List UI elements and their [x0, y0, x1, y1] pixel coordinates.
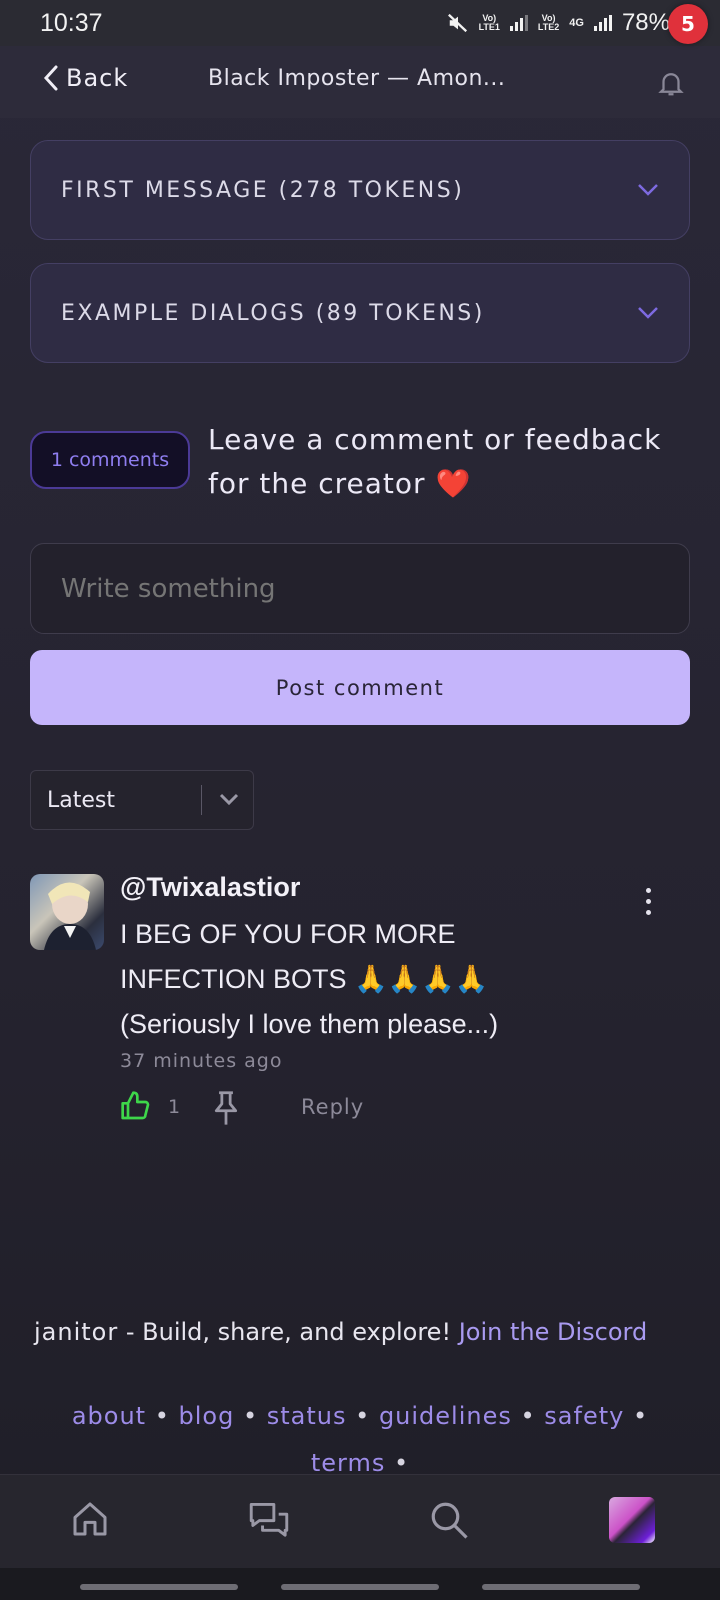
status-icons: Vo) LTE1 Vo) LTE2 4G 78%	[447, 9, 692, 37]
comment-text: I BEG OF YOU FOR MORE INFECTION BOTS 🙏🙏🙏…	[120, 912, 660, 1047]
avatar[interactable]	[30, 874, 104, 950]
battery-percent: 78%	[621, 9, 670, 36]
bell-icon[interactable]	[656, 68, 686, 98]
accordion-label: EXAMPLE DIALOGS (89 TOKENS)	[61, 300, 485, 326]
system-nav-bar	[0, 1568, 720, 1600]
footer-tagline-text: - Build, share, and explore!	[118, 1318, 459, 1346]
footer-link-about[interactable]: about	[72, 1402, 146, 1430]
comments-count-badge: 1 comments	[30, 431, 190, 489]
comment-username[interactable]: @Twixalastior	[120, 872, 300, 903]
back-label: Back	[66, 64, 129, 92]
top-nav: Back Black Imposter — Amon...	[0, 46, 720, 118]
profile-avatar[interactable]	[609, 1497, 655, 1543]
reply-link[interactable]: Reply	[301, 1095, 364, 1119]
like-count: 1	[168, 1096, 181, 1118]
network-type: 4G	[569, 16, 584, 29]
comment-line: I BEG OF YOU FOR MORE	[120, 919, 456, 949]
footer-link-blog[interactable]: blog	[179, 1402, 235, 1430]
footer-link-guidelines[interactable]: guidelines	[379, 1402, 512, 1430]
accordion-label: FIRST MESSAGE (278 TOKENS)	[61, 177, 465, 203]
chevron-down-icon	[638, 184, 658, 196]
bottom-nav	[0, 1474, 720, 1568]
comment-timestamp: 37 minutes ago	[120, 1050, 283, 1072]
back-button[interactable]: Back	[42, 64, 128, 92]
sort-select[interactable]: Latest	[30, 770, 254, 830]
comment-line: INFECTION BOTS 🙏🙏🙏🙏	[120, 964, 489, 994]
more-options-icon[interactable]	[646, 888, 651, 915]
first-message-accordion[interactable]: FIRST MESSAGE (278 TOKENS)	[30, 140, 690, 240]
avatar-image	[44, 882, 96, 950]
comment-input[interactable]	[30, 543, 690, 634]
chevron-left-icon	[43, 65, 58, 91]
pin-icon[interactable]	[212, 1090, 240, 1126]
signal-icon-2	[593, 15, 612, 31]
discord-link[interactable]: Join the Discord	[459, 1318, 648, 1346]
footer-link-terms[interactable]: terms	[311, 1449, 386, 1477]
example-dialogs-accordion[interactable]: EXAMPLE DIALOGS (89 TOKENS)	[30, 263, 690, 363]
status-bar: 10:37 Vo) LTE1 Vo) LTE2 4G 78%	[0, 0, 720, 46]
signal-icon	[509, 15, 528, 31]
footer-link-safety[interactable]: safety	[544, 1402, 624, 1430]
footer-brand: janitor	[34, 1318, 119, 1346]
comment-prompt: Leave a comment or feedback for the crea…	[208, 418, 698, 506]
comment-line: (Seriously I love them please...)	[120, 1009, 499, 1039]
thumbs-up-icon[interactable]	[120, 1090, 152, 1122]
search-icon[interactable]	[428, 1499, 470, 1541]
chevron-down-icon	[638, 307, 658, 319]
heart-emoji: ❤️	[435, 467, 472, 500]
chat-icon[interactable]	[248, 1499, 290, 1539]
mute-icon	[447, 13, 467, 33]
system-nav-pill[interactable]	[80, 1584, 238, 1590]
sim1-indicator: Vo) LTE1	[478, 13, 500, 32]
chevron-down-icon	[219, 793, 239, 806]
home-icon[interactable]	[70, 1499, 110, 1539]
system-nav-pill[interactable]	[482, 1584, 640, 1590]
status-time: 10:37	[40, 8, 103, 37]
select-divider	[201, 785, 202, 815]
page-title: Black Imposter — Amon...	[208, 66, 506, 91]
sim2-indicator: Vo) LTE2	[537, 13, 560, 32]
post-comment-button[interactable]: Post comment	[30, 650, 690, 725]
footer-tagline: janitor - Build, share, and explore! Joi…	[34, 1318, 647, 1346]
sort-selected-value: Latest	[47, 787, 115, 813]
notification-badge[interactable]: 5	[668, 4, 708, 44]
footer-link-status[interactable]: status	[267, 1402, 347, 1430]
system-nav-pill[interactable]	[281, 1584, 439, 1590]
